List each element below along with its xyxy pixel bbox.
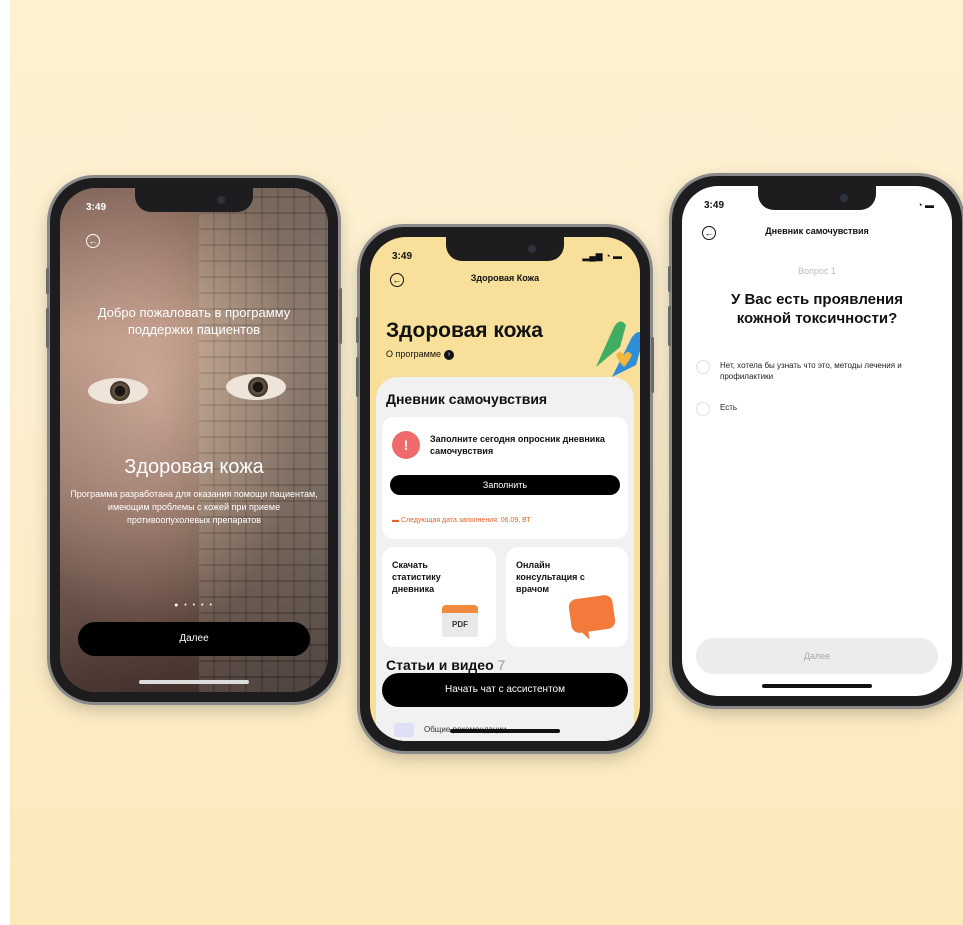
nav-title: Дневник самочувствия bbox=[765, 226, 869, 236]
questionnaire-screen: 3:49 ◔ ▬ ← Дневник самочувствия Вопрос 1… bbox=[682, 186, 952, 696]
pdf-icon: PDF bbox=[442, 605, 478, 637]
status-icons: ▂▄▆ ◔ ▬ bbox=[582, 251, 622, 261]
answer-option-label: Нет, хотела бы узнать что это, методы ле… bbox=[720, 361, 902, 381]
document-icon bbox=[394, 723, 414, 737]
phone-dashboard: 3:49 ▂▄▆ ◔ ▬ ← Здоровая Кожа Здоровая ко… bbox=[356, 227, 654, 751]
radio-icon bbox=[696, 360, 710, 374]
chat-bubble-icon bbox=[567, 594, 617, 634]
question-number: Вопрос 1 bbox=[798, 266, 836, 276]
welcome-title: Добро пожаловать в программу поддержки п… bbox=[97, 305, 291, 337]
main-sheet: Дневник самочувствия ! Заполните сегодня… bbox=[376, 377, 634, 741]
about-link[interactable]: О программе › bbox=[386, 349, 455, 360]
answer-option[interactable]: Нет, хотела бы узнать что это, методы ле… bbox=[696, 360, 938, 382]
brand-title: Здоровая кожа bbox=[386, 319, 543, 342]
brand-title: Здоровая кожа bbox=[124, 456, 264, 478]
diary-card: ! Заполните сегодня опросник дневника са… bbox=[382, 417, 628, 539]
status-time: 3:49 bbox=[704, 200, 725, 211]
notch bbox=[135, 188, 253, 212]
onboarding-screen: 3:49 ← Добро пожаловать в программу подд… bbox=[60, 188, 328, 692]
nav-title: Здоровая Кожа bbox=[470, 273, 540, 283]
diary-prompt: Заполните сегодня опросник дневника само… bbox=[430, 434, 605, 456]
articles-heading-label: Статьи и видео bbox=[386, 657, 494, 673]
status-time: 3:49 bbox=[392, 251, 413, 262]
program-description: Программа разработана для оказания помощ… bbox=[70, 489, 318, 525]
next-date-label: ▬ Следующая дата заполнения: 06.09, ВТ bbox=[392, 517, 531, 524]
diary-heading: Дневник самочувствия bbox=[386, 391, 548, 407]
online-consult-card[interactable]: Онлайн консультация с врачом bbox=[506, 547, 628, 647]
about-link-label: О программе bbox=[386, 349, 442, 359]
notch bbox=[446, 237, 564, 261]
online-consult-label: Онлайн консультация с врачом bbox=[516, 560, 585, 594]
hands-heart-icon bbox=[596, 321, 640, 377]
back-arrow-icon[interactable]: ← bbox=[86, 234, 100, 248]
dashboard-screen: 3:49 ▂▄▆ ◔ ▬ ← Здоровая Кожа Здоровая ко… bbox=[370, 237, 640, 741]
pager-dots[interactable]: ● • • • • bbox=[60, 602, 328, 609]
next-button[interactable]: Далее bbox=[78, 622, 310, 656]
home-indicator bbox=[762, 684, 872, 688]
start-chat-button[interactable]: Начать чат с ассистентом bbox=[382, 673, 628, 707]
status-icons: ◔ ▬ bbox=[917, 200, 934, 210]
next-button[interactable]: Далее bbox=[696, 638, 938, 674]
question-text: У Вас есть проявления кожной токсичности… bbox=[730, 291, 904, 327]
radio-icon bbox=[696, 402, 710, 416]
home-indicator bbox=[450, 729, 560, 733]
puzzle-overlay bbox=[199, 188, 328, 692]
phone-questionnaire: 3:49 ◔ ▬ ← Дневник самочувствия Вопрос 1… bbox=[668, 176, 962, 706]
promo-background: 3:49 ← Добро пожаловать в программу подд… bbox=[10, 0, 963, 925]
download-stats-card[interactable]: Скачать статистику дневника PDF bbox=[382, 547, 496, 647]
phone-onboarding: 3:49 ← Добро пожаловать в программу подд… bbox=[46, 178, 342, 702]
answer-option-label: Есть bbox=[720, 403, 738, 412]
status-time: 3:49 bbox=[86, 202, 107, 213]
home-indicator bbox=[139, 680, 249, 684]
eye-right bbox=[226, 374, 286, 400]
arrow-right-icon: › bbox=[444, 349, 455, 360]
notch bbox=[758, 186, 876, 210]
answer-option[interactable]: Есть bbox=[696, 402, 938, 416]
fill-button[interactable]: Заполнить bbox=[390, 475, 620, 495]
next-date-text: Следующая дата заполнения: 06.09, ВТ bbox=[400, 517, 531, 524]
download-stats-label: Скачать статистику дневника bbox=[392, 560, 441, 594]
warning-icon: ! bbox=[392, 431, 420, 459]
eye-left bbox=[88, 378, 148, 404]
articles-count: 7 bbox=[497, 657, 506, 673]
articles-heading[interactable]: Статьи и видео 7 bbox=[386, 657, 505, 673]
